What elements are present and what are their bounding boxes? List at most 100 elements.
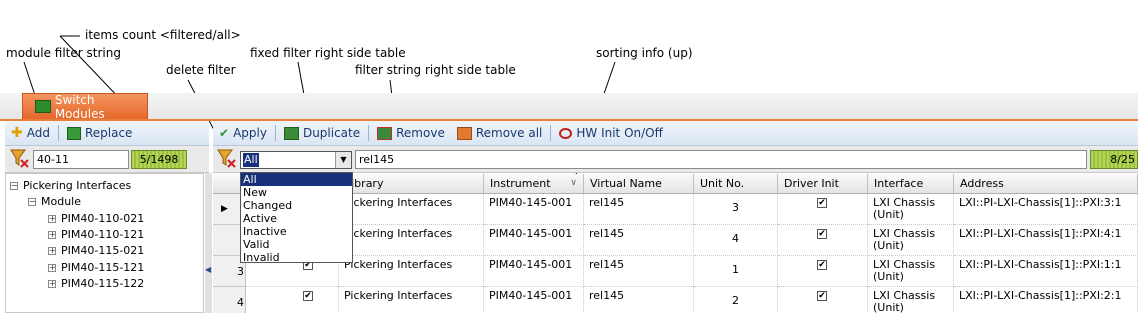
expand-icon[interactable]: + [48,214,56,223]
dropdown-option-active[interactable]: Active [241,212,352,225]
dropdown-option-changed[interactable]: Changed [241,199,352,212]
cell-unit: 1 [694,256,778,287]
callout-fixed-filter: fixed filter right side table [250,46,406,60]
replace-icon [66,126,81,140]
replace-label: Replace [84,126,133,140]
cell-instrument: PIM40-145-001 [484,287,584,313]
fixed-filter-combo[interactable]: All ▼ [240,151,352,169]
cell-library: Pickering Interfaces [339,256,484,287]
fixed-filter-value: All [243,153,259,167]
duplicate-button[interactable]: Duplicate [278,126,366,140]
expand-icon[interactable]: + [48,263,56,272]
cell-library: Pickering Interfaces [339,225,484,256]
cell-instrument: PIM40-145-001 [484,194,584,225]
tree-item-label: PIM40-115-121 [61,261,145,274]
tree-root-label: Pickering Interfaces [23,179,132,192]
dropdown-option-valid[interactable]: Valid [241,238,352,251]
tab-strip [0,93,1138,121]
tree-item-label: PIM40-115-021 [61,244,145,257]
tree-item[interactable]: + PIM40-115-121 [48,261,144,274]
hw-init-icon [559,127,573,139]
add-label: Add [26,126,50,140]
callout-filter-string: filter string right side table [355,63,516,77]
left-toolbar: ✚ Add Replace [5,121,209,146]
cell-instrument: PIM40-145-001 [484,225,584,256]
cell-address: LXI::PI-LXI-Chassis[1]::PXI:2:1 [954,287,1138,313]
replace-button[interactable]: Replace [61,126,138,140]
tree-node-root[interactable]: − Pickering Interfaces [10,179,131,192]
dropdown-option-all[interactable]: All [241,173,352,186]
driver-init-checkbox[interactable]: ✔ [817,198,827,208]
column-header-instrument-label: Instrument [490,177,551,190]
tree-item[interactable]: + PIM40-115-122 [48,277,144,290]
expand-icon[interactable]: + [48,279,56,288]
row-header[interactable]: 4 [213,287,246,313]
tab-label: Switch Modules [54,92,105,121]
cell-library: Pickering Interfaces [339,287,484,313]
tree-node-module[interactable]: − Module [28,195,81,208]
driver-init-checkbox[interactable]: ✔ [817,229,827,239]
hw-init-label: HW Init On/Off [576,126,663,140]
tree-item[interactable]: + PIM40-115-021 [48,244,144,257]
collapse-icon[interactable]: − [10,181,18,190]
remove-all-button[interactable]: Remove all [451,126,549,140]
toolbar-separator [550,125,552,141]
remove-all-icon [456,126,472,140]
interface-line2: (Unit) [873,208,904,221]
driver-init-checkbox[interactable]: ✔ [817,291,827,301]
expand-icon[interactable]: + [48,230,56,239]
cell-interface: LXI Chassis (Unit) [868,256,954,287]
cell-interface: LXI Chassis (Unit) [868,287,954,313]
apply-label: Apply [233,126,267,140]
column-header-virtual-name[interactable]: Virtual Name [584,174,694,194]
dropdown-option-invalid[interactable]: Invalid [241,251,352,264]
row-checkbox[interactable]: ✔ [303,291,313,301]
column-header-library[interactable]: Library [339,174,484,194]
toolbar-separator [368,125,370,141]
module-tree: − Pickering Interfaces − Module + PIM40-… [5,173,204,313]
column-header-unit-no[interactable]: Unit No. [694,174,778,194]
remove-button[interactable]: Remove [371,126,451,140]
cell-virtual: rel145 [584,225,694,256]
delete-filter-icon[interactable] [8,147,30,169]
duplicate-icon [283,126,299,140]
tree-item-label: PIM40-115-122 [61,277,145,290]
check-cell [246,287,339,313]
collapse-icon[interactable]: − [28,197,36,206]
cell-interface: LXI Chassis (Unit) [868,194,954,225]
duplicate-label: Duplicate [302,126,361,140]
table-filter-input[interactable]: rel145 [355,150,1087,169]
interface-line2: (Unit) [873,301,904,313]
tree-item[interactable]: + PIM40-110-121 [48,228,144,241]
collapse-arrow-icon[interactable]: ◀ [205,265,211,274]
toolbar-separator [274,125,276,141]
apply-button[interactable]: ✔ Apply [213,126,273,140]
cell-unit: 2 [694,287,778,313]
row-number: 4 [237,296,244,309]
hw-init-button[interactable]: HW Init On/Off [553,126,669,140]
column-header-instrument[interactable]: Instrument ∨ [484,174,584,194]
current-row-icon: ▶ [221,204,228,214]
tree-item-label: PIM40-110-121 [61,228,145,241]
chevron-down-icon[interactable]: ▼ [335,152,351,168]
dropdown-option-inactive[interactable]: Inactive [241,225,352,238]
panel-splitter[interactable]: ◀ [205,173,212,313]
row-number: 3 [237,265,244,278]
tab-switch-modules[interactable]: Switch Modules [22,92,148,121]
add-button[interactable]: ✚ Add [5,125,56,141]
dropdown-option-new[interactable]: New [241,186,352,199]
column-header-address[interactable]: Address [954,174,1138,194]
driver-init-checkbox[interactable]: ✔ [817,260,827,270]
tree-item[interactable]: + PIM40-110-021 [48,212,144,225]
module-filter-input[interactable]: 40-11 [33,150,129,169]
cell-virtual: rel145 [584,287,694,313]
table-count-badge: 8/25 [1090,150,1138,169]
column-header-driver-init[interactable]: Driver Init [778,174,868,194]
cell-instrument: PIM40-145-001 [484,256,584,287]
expand-icon[interactable]: + [48,246,56,255]
tree-item-label: PIM40-110-021 [61,212,145,225]
tree-group-label: Module [41,195,81,208]
column-header-interface[interactable]: Interface [868,174,954,194]
delete-filter-icon[interactable] [215,147,237,169]
callout-items-count: items count <filtered/all> [85,28,241,42]
